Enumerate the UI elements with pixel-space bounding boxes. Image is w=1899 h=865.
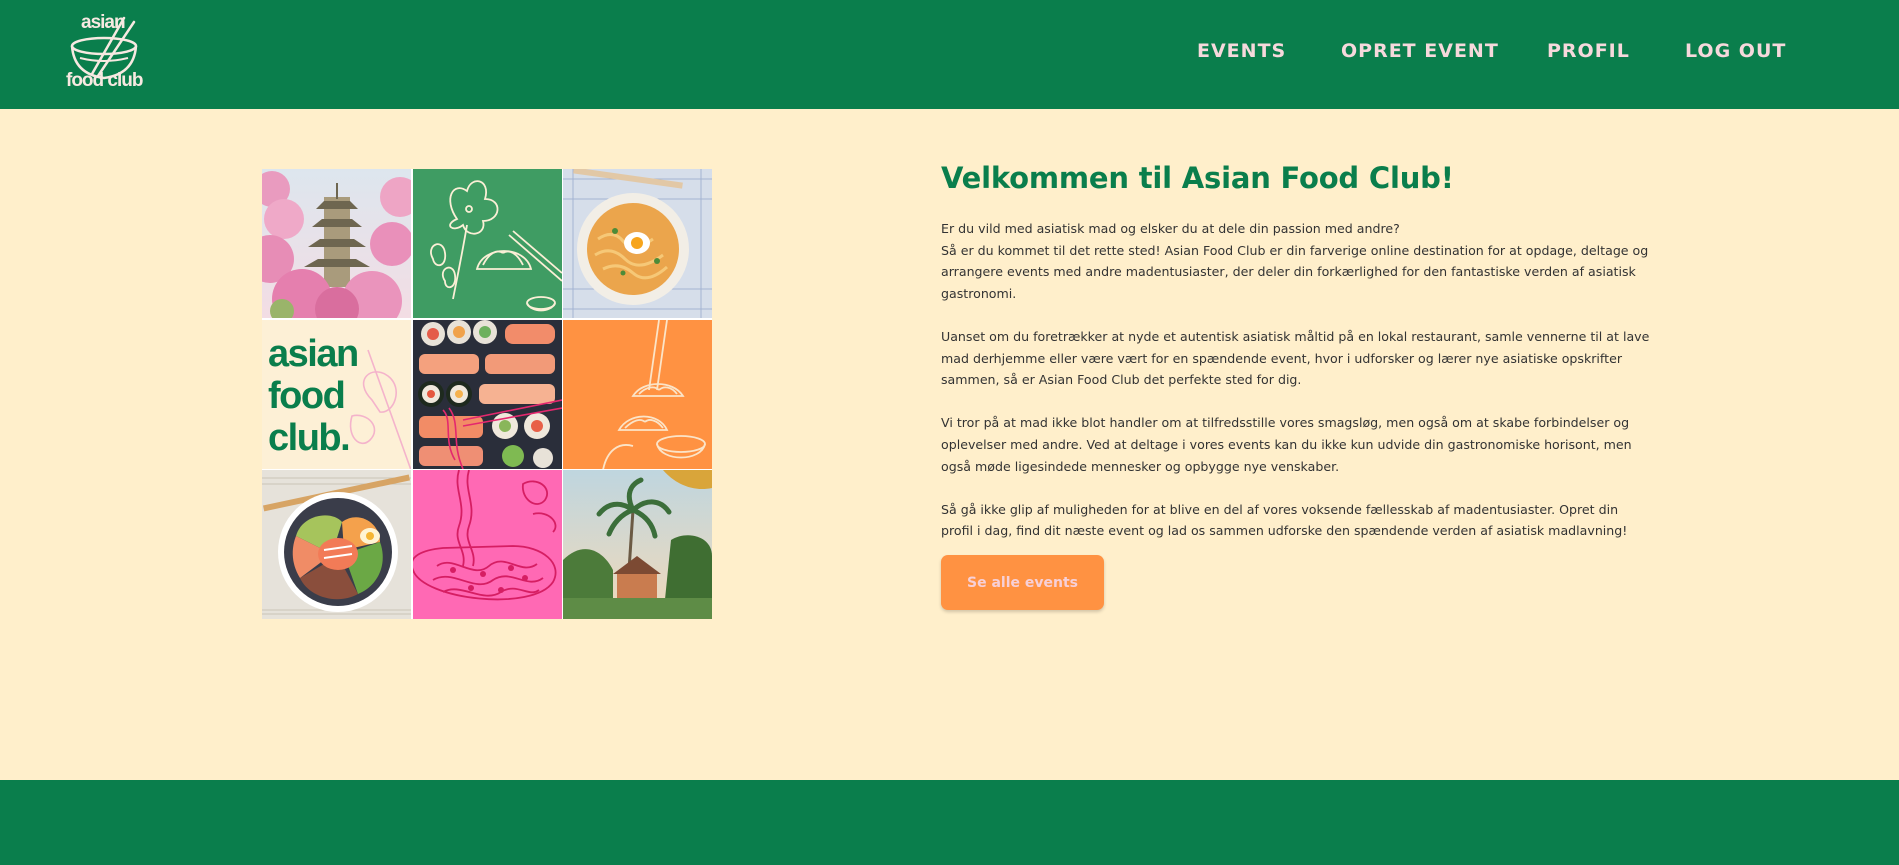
poke-bowl-photo	[262, 470, 411, 619]
dumplings-chopsticks-line-art-orange	[563, 319, 712, 469]
nav-events[interactable]: EVENTS	[1197, 40, 1286, 62]
paragraph-3: Vi tror på at mad ikke blot handler om a…	[941, 415, 1632, 474]
asian-food-club-logo: asian food club.	[262, 319, 411, 469]
dumplings-line-art-green	[412, 169, 562, 318]
brand-tile-asian: asian	[268, 333, 358, 375]
site-header: asian food club EVENTS OPRET EVENT PROFI…	[0, 0, 1899, 109]
site-footer	[0, 780, 1899, 865]
page-title: Velkommen til Asian Food Club!	[941, 161, 1454, 195]
paragraph-2: Uanset om du foretrækker at nyde et aute…	[941, 328, 1650, 388]
brand-tile-club: club.	[268, 417, 349, 459]
intro-question: Er du vild med asiatisk mad og elsker du…	[941, 221, 1400, 236]
brand-tile-food: food	[268, 375, 344, 417]
nav-opret-event[interactable]: OPRET EVENT	[1341, 40, 1499, 62]
nav-profil[interactable]: PROFIL	[1547, 40, 1630, 62]
logo[interactable]: asian food club	[62, 12, 148, 94]
sushi-platter-photo	[412, 319, 562, 469]
noodles-line-art-pink	[412, 470, 562, 619]
paragraph-4: Så gå ikke glip af muligheden for at bli…	[941, 501, 1628, 539]
ramen-bowl-photo	[563, 169, 712, 318]
food-collage: asian food club.	[262, 169, 712, 619]
welcome-section: Velkommen til Asian Food Club! Er du vil…	[941, 158, 1651, 564]
see-all-events-button[interactable]: Se alle events	[941, 555, 1104, 610]
logo-text-food-club: food club	[66, 70, 143, 91]
intro-paragraph: Er du vild med asiatisk mad og elsker du…	[941, 218, 1651, 304]
palm-trees-photo	[563, 470, 712, 619]
nav-log-out[interactable]: LOG OUT	[1685, 40, 1786, 62]
pagoda-cherry-blossom-photo	[262, 169, 411, 318]
logo-text-asian: asian	[81, 12, 126, 33]
intro-body: Så er du kommet til det rette sted! Asia…	[941, 242, 1649, 301]
